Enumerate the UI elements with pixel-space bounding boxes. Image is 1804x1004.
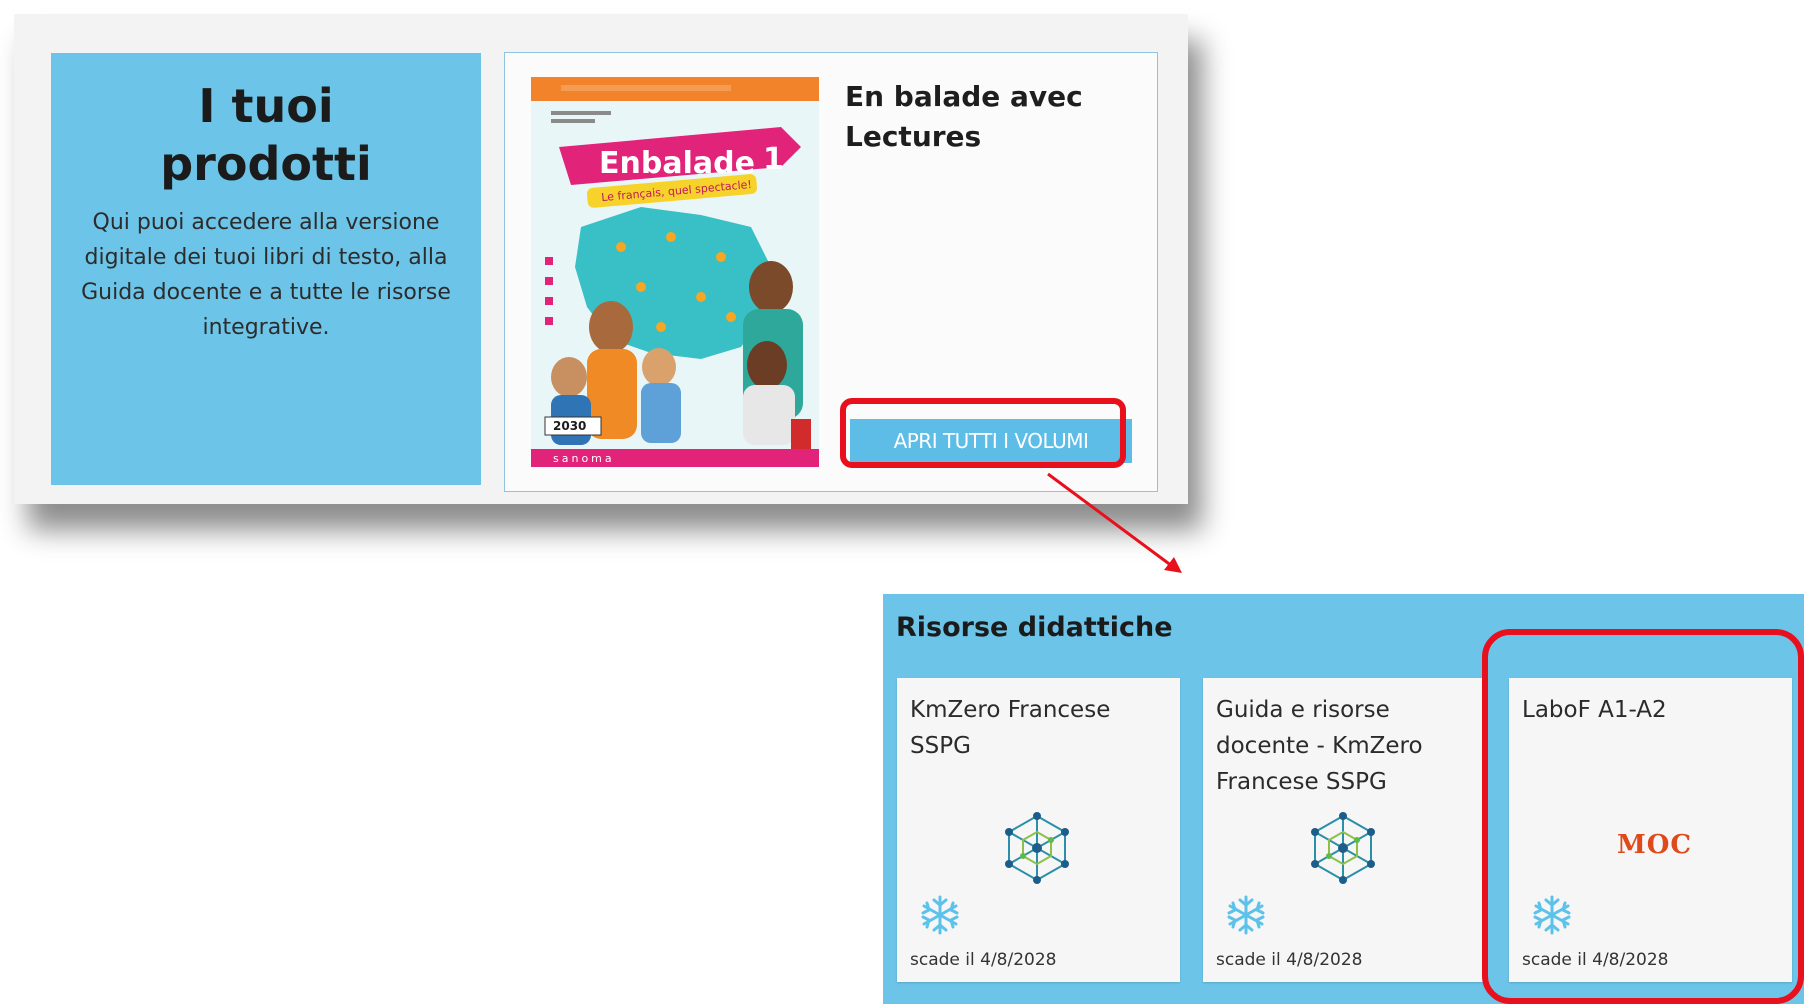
resource-card-title: Guida e risorse docente - KmZero Frances… [1216,697,1423,795]
snowflake-icon [1227,895,1265,935]
intro-box: I tuoi prodotti Qui puoi accedere alla v… [51,53,481,485]
button-highlight-frame [840,398,1126,468]
page-title: I tuoi prodotti [160,79,372,191]
resource-card[interactable]: Guida e risorse docente - KmZero Frances… [1203,678,1486,982]
expiry-date: scade il 4/8/2028 [1216,950,1363,970]
resource-card[interactable]: KmZero Francese SSPG scade il 4/8/2028 [897,678,1180,982]
network-logo-icon [1311,812,1375,884]
svg-text:2030: 2030 [553,419,586,433]
resource-card-title: KmZero Francese SSPG [910,697,1111,759]
expiry-date: scade il 4/8/2028 [910,950,1057,970]
svg-text:sanoma: sanoma [553,452,615,465]
card-highlight-frame [1482,629,1804,1004]
network-logo-icon [1005,812,1069,884]
book-title[interactable]: En balade avec Lectures [845,77,1125,157]
resources-title: Risorse didattiche [896,612,1173,643]
svg-text:1: 1 [763,142,784,177]
snowflake-icon [921,895,959,935]
book-cover-image[interactable]: Enbalade 1 Le français, quel spectacle! [531,77,819,467]
intro-description: Qui puoi accedere alla versione digitale… [81,210,451,340]
